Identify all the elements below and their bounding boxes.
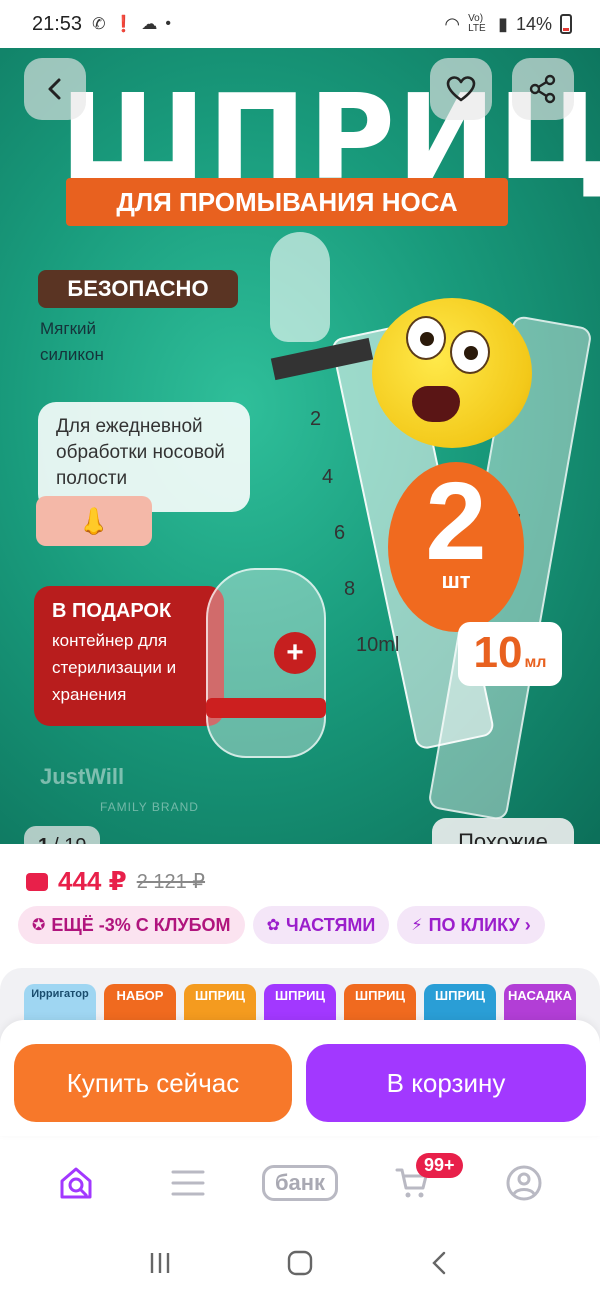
- hero-subtitle: ДЛЯ ПРОМЫВАНИЯ НОСА: [66, 178, 508, 226]
- product-image-carousel[interactable]: 4 ШПРИЦ ДЛЯ ПРОМЫВАНИЯ НОСА БЕЗОПАСНО Мя…: [0, 48, 600, 844]
- purchase-actions: Купить сейчас В корзину: [0, 1020, 600, 1136]
- profile-icon: [506, 1165, 542, 1201]
- volume-badge: 10 мл: [458, 622, 562, 686]
- cart-count-badge: 99+: [416, 1153, 463, 1178]
- nav-home-search[interactable]: [36, 1153, 116, 1213]
- weather-icon: ☁: [141, 16, 158, 33]
- status-system-icons: ◠ Vo) LTE ▮ 14%: [444, 14, 572, 35]
- buy-now-button[interactable]: Купить сейчас: [14, 1044, 292, 1122]
- system-back-button[interactable]: [420, 1243, 460, 1283]
- old-price: 2 121 ₽: [136, 871, 206, 893]
- battery-percent: 14%: [515, 13, 552, 34]
- image-counter-current: 1: [38, 835, 49, 845]
- installments-label: ЧАСТЯМИ: [285, 914, 376, 935]
- nav-bank[interactable]: банк: [260, 1153, 340, 1213]
- home-button[interactable]: [280, 1243, 320, 1283]
- favorite-button[interactable]: [430, 58, 492, 120]
- nose-icon: 👃: [36, 496, 152, 546]
- gift-banner: В ПОДАРОК контейнер для стерилизации и х…: [34, 586, 224, 726]
- syringe-mark-6: 6: [334, 522, 346, 544]
- share-button[interactable]: [512, 58, 574, 120]
- alert-icon: ❗: [113, 16, 134, 33]
- virus-right-eye: [450, 330, 490, 374]
- one-click-chip[interactable]: ⚡ ПО КЛИКУ ›: [397, 906, 545, 944]
- wifi-icon: ◠: [444, 13, 461, 34]
- volume-number: 10: [473, 628, 523, 677]
- club-discount-label: ЕЩЁ -3% С КЛУБОМ: [51, 914, 231, 935]
- runner-icon: ⚡: [411, 917, 423, 934]
- wallet-icon: [26, 872, 48, 891]
- installments-icon: ✿: [266, 917, 280, 934]
- add-to-cart-button[interactable]: В корзину: [306, 1044, 586, 1122]
- back-button[interactable]: [24, 58, 86, 120]
- club-star-icon: ✪: [32, 917, 46, 934]
- brand-subtitle: FAMILY BRAND: [100, 800, 199, 814]
- lte-label: Vo) LTE: [468, 13, 486, 34]
- one-click-label: ПО КЛИКУ ›: [428, 914, 531, 935]
- gift-text: контейнер для стерилизации и хранения: [52, 631, 177, 704]
- club-discount-chip[interactable]: ✪ ЕЩЁ -3% С КЛУБОМ: [18, 906, 245, 944]
- syringe-mark-4: 4: [322, 466, 334, 488]
- nav-profile[interactable]: [484, 1153, 564, 1213]
- bank-label: банк: [261, 1165, 339, 1201]
- system-navigation: [0, 1226, 600, 1299]
- recent-apps-button[interactable]: [140, 1243, 180, 1283]
- price-row: 444 ₽ 2 121 ₽: [26, 866, 205, 897]
- status-notification-icons: ✆ ❗ ☁ •: [92, 14, 171, 34]
- quantity-badge: 2 шт: [388, 462, 524, 632]
- gift-title: В ПОДАРОК: [52, 600, 172, 622]
- dot-icon: •: [165, 15, 171, 32]
- quantity-number: 2: [425, 460, 487, 583]
- syringe-tip-illustration: [270, 232, 330, 342]
- plus-icon: +: [274, 632, 316, 674]
- share-icon: [529, 74, 556, 104]
- status-time: 21:53: [32, 12, 83, 35]
- back-icon: [432, 1251, 446, 1274]
- gift-ribbon: [206, 698, 326, 718]
- back-arrow-icon: [48, 78, 61, 100]
- virus-illustration: [372, 298, 532, 448]
- syringe-mark-2: 2: [310, 408, 322, 430]
- virus-mouth: [412, 386, 460, 422]
- image-counter: 1 / 19: [24, 826, 101, 845]
- recent-apps-icon: [150, 1252, 170, 1273]
- volume-unit: мл: [524, 654, 547, 671]
- virus-left-eye: [406, 316, 446, 360]
- home-icon: [287, 1250, 313, 1275]
- heart-icon: [446, 76, 476, 102]
- nav-cart[interactable]: 99+: [372, 1153, 463, 1213]
- brand-logo: JustWill: [40, 764, 125, 789]
- signal-icon: ▮: [498, 13, 508, 34]
- safe-label: БЕЗОПАСНО: [38, 270, 238, 308]
- image-counter-total: / 19: [53, 835, 86, 845]
- battery-icon: [560, 14, 572, 34]
- similar-button[interactable]: Похожие: [432, 818, 574, 844]
- whatsapp-icon: ✆: [92, 16, 106, 33]
- syringe-mark-10: 10ml: [356, 634, 400, 656]
- promo-chips: ✪ ЕЩЁ -3% С КЛУБОМ ✿ ЧАСТЯМИ ⚡ ПО КЛИКУ …: [18, 906, 545, 944]
- bottom-navigation: банк 99+: [0, 1140, 600, 1226]
- soft-silicone-label: Мягкий силикон: [40, 319, 104, 364]
- status-bar: 21:53 ✆ ❗ ☁ • ◠ Vo) LTE ▮ 14%: [0, 0, 600, 48]
- menu-icon: [171, 1170, 205, 1196]
- installments-chip[interactable]: ✿ ЧАСТЯМИ: [252, 906, 390, 944]
- current-price: 444 ₽: [58, 866, 127, 896]
- nav-catalog[interactable]: [148, 1153, 228, 1213]
- quantity-unit: шт: [441, 568, 471, 593]
- home-search-icon: [60, 1167, 92, 1199]
- syringe-mark-8: 8: [344, 578, 356, 600]
